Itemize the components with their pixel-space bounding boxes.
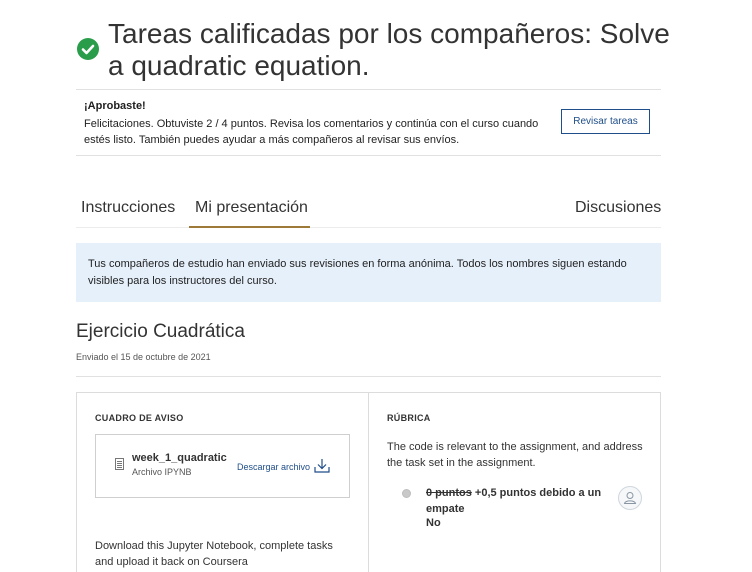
divider [76,155,661,156]
review-assignments-button[interactable]: Revisar tareas [561,109,650,134]
panel-divider [368,392,369,572]
divider [76,89,661,90]
banner-message: Felicitaciones. Obtuviste 2 / 4 puntos. … [84,118,539,146]
divider [76,376,661,377]
banner-heading: ¡Aprobaste! [84,100,146,112]
submission-title: Ejercicio Cuadrática [76,321,245,342]
anonymous-review-notice: Tus compañeros de estudio han enviado su… [76,243,661,302]
page-title: Tareas calificadas por los compañeros: S… [108,18,670,81]
tabs-divider [76,227,661,228]
rubric-answer: No [426,517,441,529]
rubric-option-radio [402,489,411,498]
file-type: Archivo IPYNB [132,467,192,477]
notice-box-label: CUADRO DE AVISO [95,413,184,423]
points-original: 0 puntos [426,487,472,499]
active-tab-indicator [189,226,310,228]
rubric-criterion: The code is relevant to the assignment, … [387,441,643,469]
reviewer-avatar [618,486,642,510]
download-file-link[interactable]: Descargar archivo [237,462,310,472]
tab-my-submission[interactable]: Mi presentación [195,199,308,217]
submission-date: Enviado el 15 de octubre de 2021 [76,352,211,362]
tab-discussions[interactable]: Discusiones [575,199,661,217]
rubric-points: 0 puntos +0,5 puntos debido a un empate [426,485,606,517]
assignment-description: Download this Jupyter Notebook, complete… [95,540,333,568]
download-icon[interactable] [313,458,331,474]
file-name: week_1_quadratic [132,452,227,464]
file-attachment [95,434,350,498]
check-circle-icon [77,38,99,60]
rubric-label: RÚBRICA [387,413,431,423]
document-icon [115,458,124,470]
tab-instructions[interactable]: Instrucciones [81,199,175,217]
